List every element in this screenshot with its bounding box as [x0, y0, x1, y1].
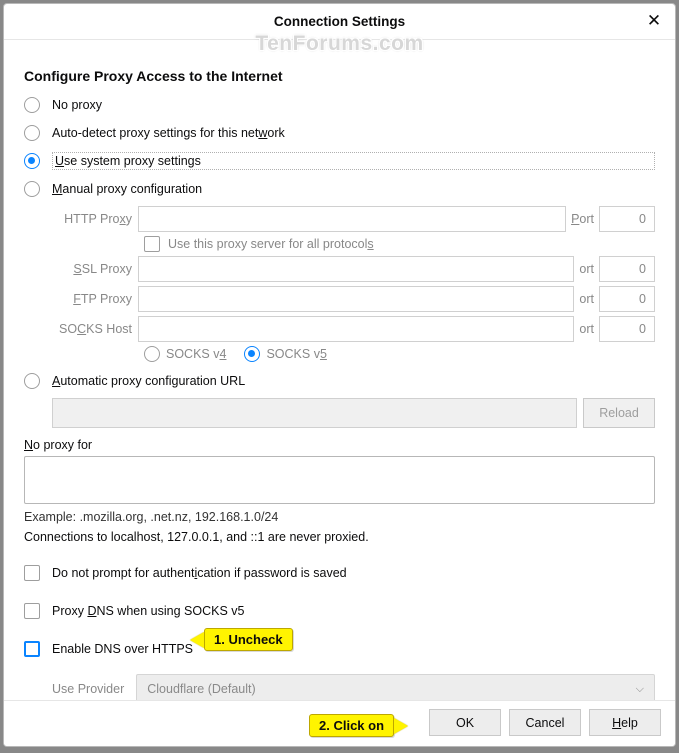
same-for-all-checkbox[interactable]: Use this proxy server for all protocols — [144, 236, 655, 252]
port-label: ort — [574, 262, 599, 276]
radio-label: No proxy — [52, 98, 102, 112]
ssl-proxy-row: SSL Proxy ort 0 — [52, 256, 655, 282]
checkbox-icon — [144, 236, 160, 252]
section-heading: Configure Proxy Access to the Internet — [24, 68, 655, 84]
dialog-content: Configure Proxy Access to the Internet N… — [4, 40, 675, 710]
ftp-proxy-input[interactable] — [138, 286, 574, 312]
radio-auto-detect[interactable]: Auto-detect proxy settings for this netw… — [24, 120, 655, 146]
ok-button[interactable]: OK — [429, 709, 501, 736]
ftp-port-input[interactable]: 0 — [599, 286, 655, 312]
radio-icon — [24, 97, 40, 113]
socks-host-label: SOCKS Host — [52, 322, 138, 336]
auto-url-input[interactable] — [52, 398, 577, 428]
radio-no-proxy[interactable]: No proxy — [24, 92, 655, 118]
checkbox-proxy-dns[interactable]: Proxy DNS when using SOCKS v5 — [24, 598, 655, 624]
radio-icon — [24, 373, 40, 389]
port-label: Port — [566, 212, 599, 226]
chevron-down-icon: ⌵ — [636, 683, 644, 696]
checkbox-icon — [24, 603, 40, 619]
radio-icon — [24, 153, 40, 169]
checkbox-icon — [24, 565, 40, 581]
socks-host-input[interactable] — [138, 316, 574, 342]
radio-icon — [24, 125, 40, 141]
provider-value: Cloudflare (Default) — [147, 682, 255, 696]
radio-label: Manual proxy configuration — [52, 182, 202, 196]
ftp-proxy-label: FTP Proxy — [52, 292, 138, 306]
socks-port-input[interactable]: 0 — [599, 316, 655, 342]
checkbox-label: Enable DNS over HTTPS — [52, 642, 193, 656]
ssl-proxy-label: SSL Proxy — [52, 262, 138, 276]
radio-label: SOCKS v5 — [266, 347, 326, 361]
button-bar: OK Cancel Help — [4, 700, 675, 746]
radio-icon — [144, 346, 160, 362]
checkbox-enable-doh[interactable]: Enable DNS over HTTPS — [24, 636, 655, 662]
checkbox-label: Do not prompt for authentication if pass… — [52, 566, 347, 580]
checkbox-label: Use this proxy server for all protocols — [168, 237, 374, 251]
reload-button[interactable]: Reload — [583, 398, 655, 428]
cancel-button[interactable]: Cancel — [509, 709, 581, 736]
ssl-proxy-input[interactable] — [138, 256, 574, 282]
port-label: ort — [574, 292, 599, 306]
radio-use-system[interactable]: Use system proxy settings — [24, 148, 655, 174]
ssl-port-input[interactable]: 0 — [599, 256, 655, 282]
radio-icon — [244, 346, 260, 362]
radio-label: Automatic proxy configuration URL — [52, 374, 245, 388]
radio-icon — [24, 181, 40, 197]
radio-manual[interactable]: Manual proxy configuration — [24, 176, 655, 202]
checkbox-no-auth-prompt[interactable]: Do not prompt for authentication if pass… — [24, 560, 655, 586]
checkbox-label: Proxy DNS when using SOCKS v5 — [52, 604, 244, 618]
http-port-input[interactable]: 0 — [599, 206, 655, 232]
dialog-title: Connection Settings — [274, 14, 405, 29]
checkbox-icon — [24, 641, 40, 657]
http-proxy-label: HTTP Proxy — [52, 212, 138, 226]
no-proxy-for-input[interactable] — [24, 456, 655, 504]
help-button[interactable]: Help — [589, 709, 661, 736]
radio-socks-v4[interactable]: SOCKS v4 — [144, 346, 226, 362]
port-label: ort — [574, 322, 599, 336]
radio-auto-url[interactable]: Automatic proxy configuration URL — [24, 368, 655, 394]
titlebar: Connection Settings ✕ — [4, 4, 675, 40]
radio-socks-v5[interactable]: SOCKS v5 — [244, 346, 326, 362]
http-proxy-row: HTTP Proxy Port 0 — [52, 206, 655, 232]
close-icon[interactable]: ✕ — [641, 8, 667, 34]
options-checklist: Do not prompt for authentication if pass… — [24, 558, 655, 664]
manual-proxy-group: HTTP Proxy Port 0 Use this proxy server … — [52, 206, 655, 362]
radio-label: SOCKS v4 — [166, 347, 226, 361]
localhost-hint: Connections to localhost, 127.0.0.1, and… — [24, 530, 655, 544]
ftp-proxy-row: FTP Proxy ort 0 — [52, 286, 655, 312]
http-proxy-input[interactable] — [138, 206, 566, 232]
socks-version-group: SOCKS v4 SOCKS v5 — [144, 346, 655, 362]
socks-host-row: SOCKS Host ort 0 — [52, 316, 655, 342]
radio-label: Use system proxy settings — [52, 152, 655, 170]
auto-url-row: Reload — [52, 398, 655, 428]
connection-settings-dialog: Connection Settings ✕ TenForums.com Conf… — [3, 3, 676, 747]
example-text: Example: .mozilla.org, .net.nz, 192.168.… — [24, 510, 655, 524]
radio-label: Auto-detect proxy settings for this netw… — [52, 126, 285, 140]
provider-label: Use Provider — [52, 682, 124, 696]
no-proxy-for-label: No proxy for — [24, 438, 655, 452]
